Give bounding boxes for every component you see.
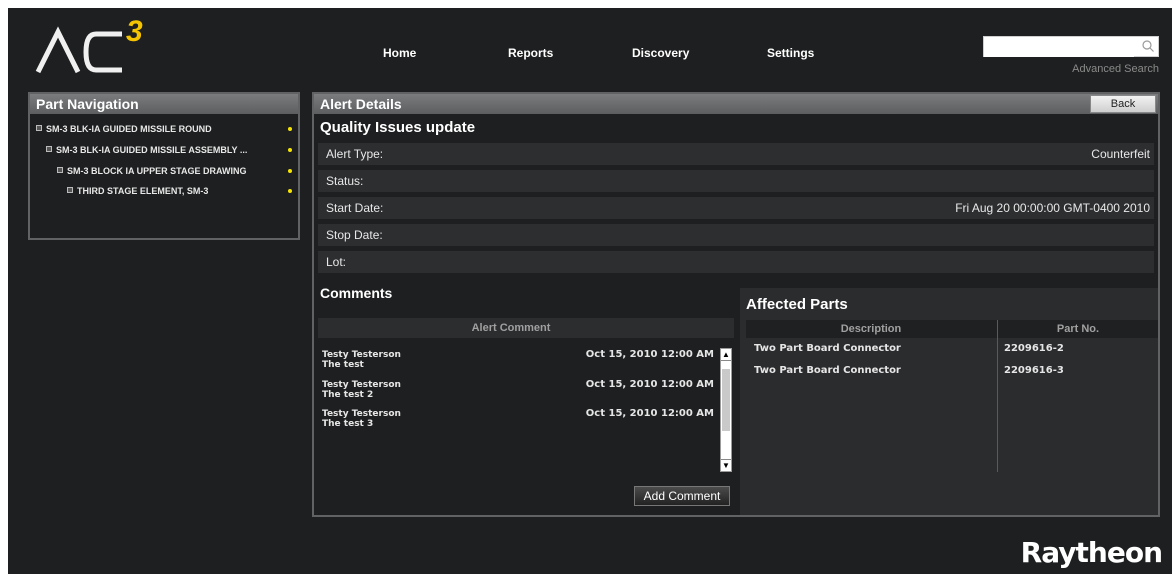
comment-item[interactable]: Testy Testerson The test 2 Oct 15, 2010 …	[322, 380, 718, 410]
affected-parts-title: Affected Parts	[746, 296, 848, 313]
affected-parts-section: Affected Parts Description Part No. Two …	[740, 288, 1158, 515]
nav-reports[interactable]: Reports	[508, 46, 553, 60]
field-start-date: Start Date: Fri Aug 20 00:00:00 GMT-0400…	[318, 197, 1154, 219]
status-dot-icon	[288, 189, 292, 193]
field-stop-date: Stop Date:	[318, 224, 1154, 246]
comments-scrollbar[interactable]: ▲ ▼	[720, 348, 732, 472]
status-dot-icon	[288, 127, 292, 131]
tree-item[interactable]: THIRD STAGE ELEMENT, SM-3	[67, 182, 298, 200]
search-input[interactable]	[984, 37, 1134, 57]
expand-icon[interactable]	[67, 187, 73, 193]
collapse-icon[interactable]	[36, 125, 42, 131]
tree-item[interactable]: SM-3 BLK-IA GUIDED MISSILE ASSEMBLY ...	[46, 141, 298, 159]
app-window: 3 Home Reports Discovery Settings Advanc…	[8, 8, 1172, 574]
add-comment-button[interactable]: Add Comment	[634, 486, 730, 506]
back-button[interactable]: Back	[1090, 95, 1156, 113]
nav-home[interactable]: Home	[383, 46, 416, 60]
logo-graphic	[35, 26, 122, 74]
comments-table: Alert Comment Testy Testerson The test O…	[318, 318, 734, 472]
advanced-search-link[interactable]: Advanced Search	[1072, 63, 1159, 75]
nav-discovery[interactable]: Discovery	[632, 46, 689, 60]
comments-column-header: Alert Comment	[318, 318, 734, 338]
field-status: Status:	[318, 170, 1154, 192]
search-icon[interactable]	[1141, 39, 1155, 53]
collapse-icon[interactable]	[46, 146, 52, 152]
search-box	[983, 36, 1159, 57]
collapse-icon[interactable]	[57, 167, 63, 173]
field-alert-type: Alert Type: Counterfeit	[318, 143, 1154, 165]
tree-item[interactable]: SM-3 BLK-IA GUIDED MISSILE ROUND	[36, 120, 298, 138]
alert-subtitle: Quality Issues update	[320, 119, 476, 136]
scroll-thumb[interactable]	[722, 369, 730, 431]
comment-item[interactable]: Testy Testerson The test Oct 15, 2010 12…	[322, 350, 718, 380]
tree-item[interactable]: SM-3 BLOCK IA UPPER STAGE DRAWING	[57, 162, 298, 180]
table-row[interactable]: Two Part Board Connector 2209616-3	[746, 362, 1158, 380]
raytheon-logo: Raytheon	[1020, 536, 1163, 569]
comments-title: Comments	[320, 285, 393, 301]
nav-settings[interactable]: Settings	[767, 46, 814, 60]
ac3-logo: 3	[34, 15, 164, 78]
comment-item[interactable]: Testy Testerson The test 3 Oct 15, 2010 …	[322, 409, 718, 439]
part-navigation-title: Part Navigation	[30, 94, 298, 114]
status-dot-icon	[288, 169, 292, 173]
table-row[interactable]: Two Part Board Connector 2209616-2	[746, 340, 1158, 358]
scroll-down-icon[interactable]: ▼	[721, 459, 731, 471]
alert-details-title: Alert Details	[314, 94, 1158, 114]
column-header-part-no[interactable]: Part No.	[998, 320, 1158, 338]
scroll-up-icon[interactable]: ▲	[721, 349, 731, 361]
logo-superscript: 3	[126, 15, 143, 48]
column-header-description[interactable]: Description	[746, 320, 996, 338]
alert-details-panel: Alert Details Back Quality Issues update…	[312, 92, 1160, 517]
field-lot: Lot:	[318, 251, 1154, 273]
part-navigation-panel: Part Navigation SM-3 BLK-IA GUIDED MISSI…	[28, 92, 300, 240]
affected-parts-header: Description Part No.	[746, 320, 1158, 338]
status-dot-icon	[288, 148, 292, 152]
